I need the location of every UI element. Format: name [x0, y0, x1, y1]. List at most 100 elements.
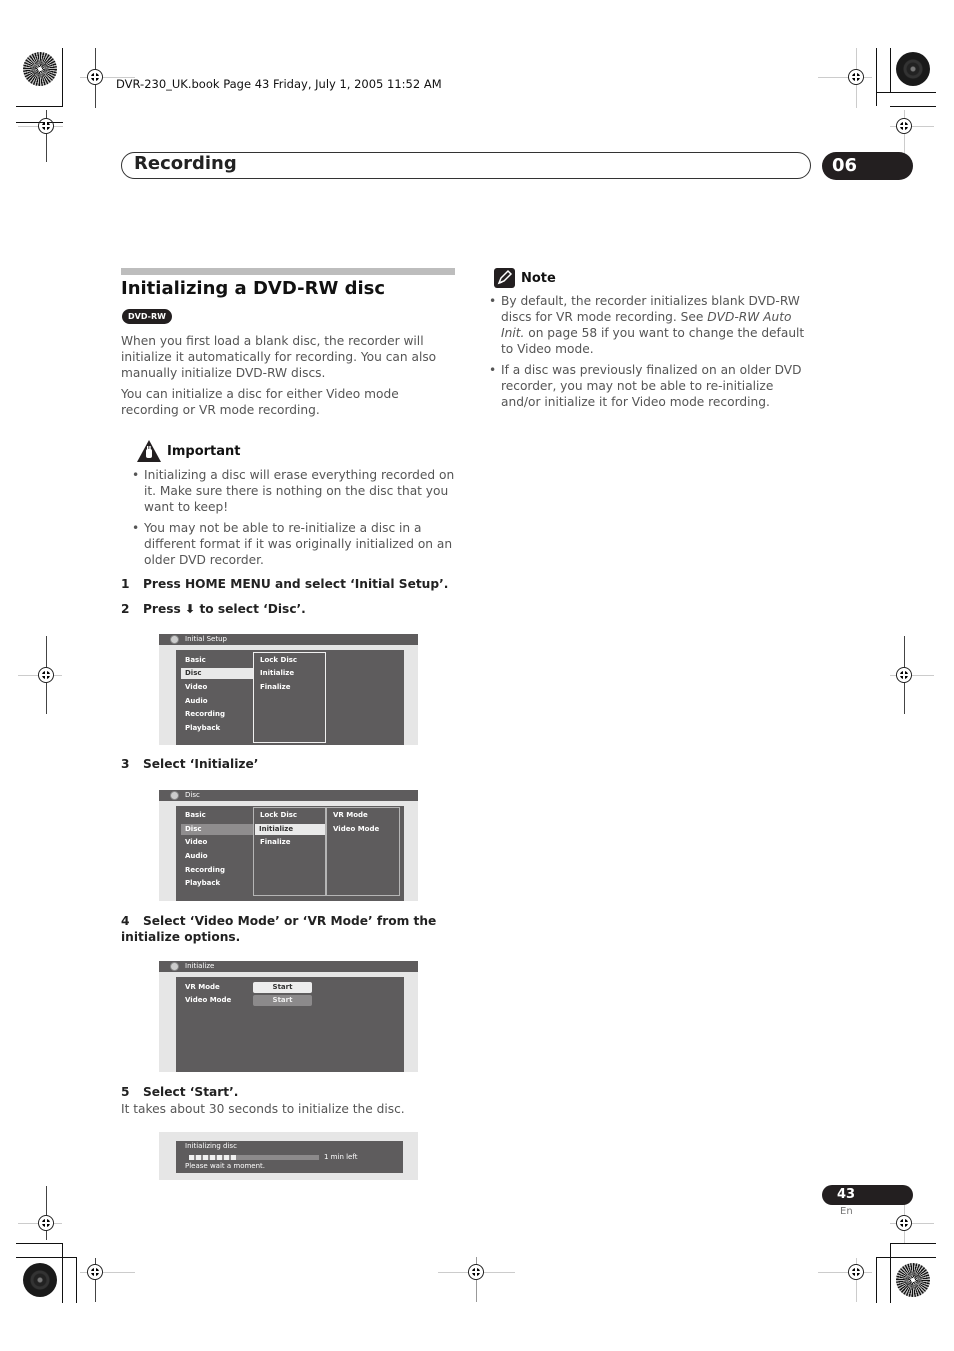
registration-target-icon — [896, 118, 912, 134]
osd-titlebar: Initialize — [159, 961, 418, 972]
crop-mark — [62, 1243, 63, 1303]
video-mode-start-button[interactable]: Start — [253, 995, 312, 1006]
osd-menu-item[interactable]: Recording — [181, 709, 254, 720]
important-item: Initializing a disc will erase everythin… — [132, 467, 456, 515]
page-number-badge: 43 — [822, 1185, 913, 1205]
registration-target-icon — [468, 1264, 484, 1280]
disc-icon — [170, 791, 179, 800]
step-1: 1 Press HOME MENU and select ‘Initial Set… — [121, 577, 449, 591]
osd-submenu-item[interactable]: Finalize — [256, 837, 324, 848]
warning-hand-icon — [137, 440, 161, 462]
crop-mark — [876, 1257, 936, 1258]
osd-menu-item[interactable]: Audio — [181, 696, 254, 707]
osd-menu-item[interactable]: Playback — [181, 723, 254, 734]
registration-target-icon — [87, 1264, 103, 1280]
osd-mode-label: Video Mode — [185, 996, 232, 1004]
disc-type-badge: DVD-RW — [122, 309, 172, 324]
crop-mark — [890, 106, 936, 107]
osd-mode-label: VR Mode — [185, 983, 220, 991]
osd-options-box: VR Mode Video Mode — [326, 807, 400, 896]
progress-segment — [217, 1155, 222, 1160]
crop-mark — [46, 1186, 47, 1240]
step-5-detail: It takes about 30 seconds to initialize … — [121, 1102, 405, 1116]
osd-menu-item[interactable]: Playback — [181, 878, 254, 889]
registration-starburst-icon — [896, 1263, 930, 1297]
intro-paragraph-2: You can initialize a disc for either Vid… — [121, 387, 399, 417]
vr-mode-start-button[interactable]: Start — [253, 982, 312, 993]
osd-titlebar: Disc — [159, 790, 418, 801]
progress-segment — [196, 1155, 201, 1160]
registration-target-icon — [38, 667, 54, 683]
osd-screen-initial-setup: Initial Setup Basic Disc Video Audio Rec… — [159, 634, 418, 745]
osd-option-item[interactable]: VR Mode — [329, 810, 397, 821]
progress-segment — [224, 1155, 229, 1160]
progress-segment — [210, 1155, 215, 1160]
registration-target-icon — [38, 118, 54, 134]
progress-segment — [189, 1155, 194, 1160]
osd-menu-item[interactable]: Video — [181, 837, 254, 848]
osd-option-item[interactable]: Video Mode — [329, 824, 397, 835]
crop-mark — [876, 1257, 877, 1303]
registration-starburst-icon — [23, 52, 57, 86]
chapter-number-badge: 06 — [822, 152, 913, 180]
osd-menu-item[interactable]: Basic — [181, 655, 254, 666]
registration-target-icon — [38, 1215, 54, 1231]
chapter-title: Recording — [134, 153, 237, 174]
disc-icon — [170, 635, 179, 644]
registration-target-icon — [896, 1215, 912, 1231]
crop-mark — [890, 48, 891, 92]
step-4: 4 Select ‘Video Mode’ or ‘VR Mode’ from t… — [121, 914, 437, 944]
crop-mark — [876, 92, 936, 93]
crop-mark — [62, 48, 63, 106]
progress-segment — [231, 1155, 236, 1160]
note-heading: Note — [521, 271, 556, 286]
crop-mark — [876, 48, 877, 106]
important-item: You may not be able to re-initialize a d… — [132, 520, 456, 568]
progress-bar — [189, 1155, 319, 1160]
crop-mark — [16, 106, 63, 107]
progress-segment — [203, 1155, 208, 1160]
intro-paragraph-1: When you first load a blank disc, the re… — [121, 334, 437, 380]
crop-mark — [890, 1243, 891, 1303]
osd-submenu-item[interactable]: Finalize — [256, 682, 324, 693]
osd-submenu-box: Lock Disc Initialize Finalize — [253, 652, 326, 743]
registration-target-icon — [87, 69, 103, 85]
osd-menu-item[interactable]: Basic — [181, 810, 254, 821]
osd-menu-item[interactable]: Audio — [181, 851, 254, 862]
down-arrow-icon: ⬇ — [184, 602, 196, 616]
osd-submenu-item-selected[interactable]: Initialize — [255, 824, 325, 835]
osd-submenu-item[interactable]: Lock Disc — [256, 810, 324, 821]
print-header-meta: DVR-230_UK.book Page 43 Friday, July 1, … — [116, 77, 442, 91]
registration-starburst-icon — [23, 1263, 57, 1297]
crop-mark — [890, 1243, 936, 1244]
page-language: En — [840, 1206, 853, 1217]
osd-menu-item-selected[interactable]: Disc — [181, 824, 254, 835]
osd-submenu-item[interactable]: Initialize — [256, 668, 324, 679]
osd-menu-item[interactable]: Video — [181, 682, 254, 693]
registration-target-icon — [848, 1264, 864, 1280]
osd-submenu-box: Lock Disc Initialize Finalize — [253, 807, 326, 896]
important-list: Initializing a disc will erase everythin… — [132, 467, 456, 573]
registration-target-icon — [896, 667, 912, 683]
registration-starburst-icon — [896, 52, 930, 86]
osd-screen-initialize: Initialize VR Mode Start Video Mode Star… — [159, 961, 418, 1072]
crop-mark — [16, 1243, 63, 1244]
note-item: If a disc was previously finalized on an… — [489, 362, 814, 410]
step-2: 2 Press ⬇ to select ‘Disc’. — [121, 602, 306, 616]
pencil-note-icon — [494, 268, 515, 288]
registration-target-icon — [848, 69, 864, 85]
important-heading: Important — [167, 444, 241, 459]
osd-menu-item-selected[interactable]: Disc — [181, 668, 254, 679]
disc-icon — [170, 962, 179, 971]
note-list: By default, the recorder initializes bla… — [489, 293, 814, 415]
crop-mark — [16, 1257, 77, 1258]
step-5: 5 Select ‘Start’. — [121, 1085, 239, 1099]
section-rule — [121, 268, 455, 275]
osd-menu-item[interactable]: Recording — [181, 865, 254, 876]
osd-titlebar: Initial Setup — [159, 634, 418, 645]
osd-screen-disc: Disc Basic Disc Video Audio Recording Pl… — [159, 790, 418, 901]
crop-mark — [76, 1257, 77, 1303]
osd-screen-progress: Initializing disc 1 min left Please wait… — [159, 1132, 418, 1180]
step-3: 3 Select ‘Initialize’ — [121, 757, 259, 771]
osd-submenu-item[interactable]: Lock Disc — [256, 655, 324, 666]
